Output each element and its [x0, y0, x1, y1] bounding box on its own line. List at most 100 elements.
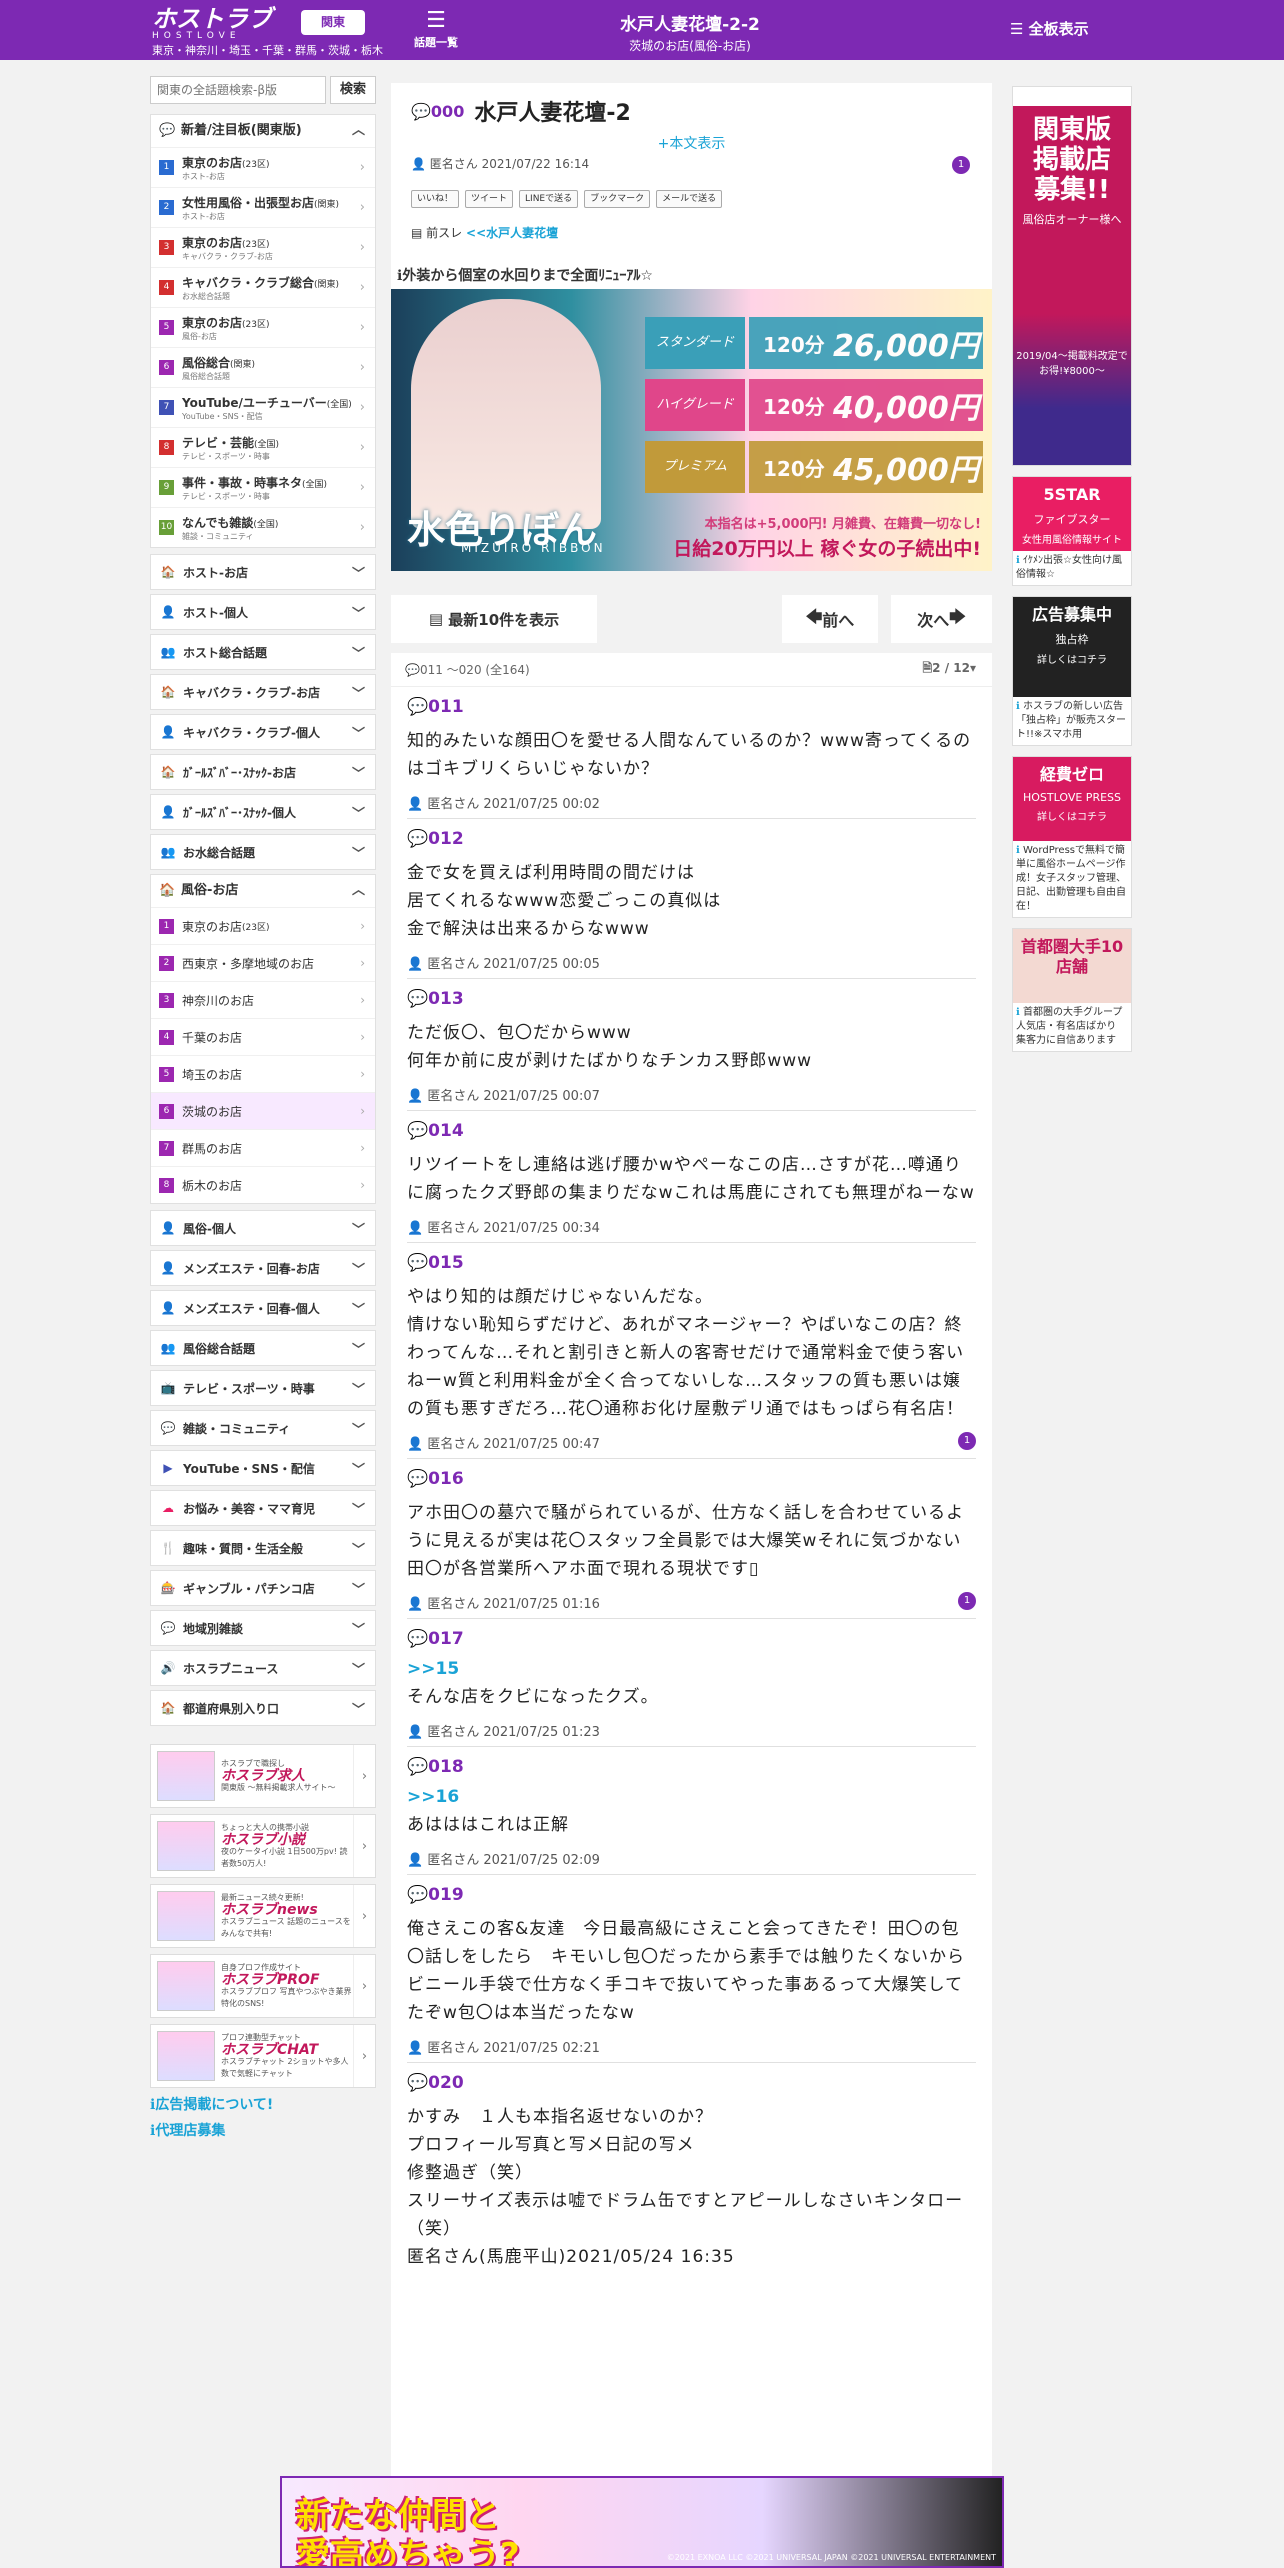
reply-anchor-link[interactable]: >>16 [407, 1787, 976, 1807]
post-number[interactable]: 💬019 [407, 1875, 976, 1905]
chevron-down-icon: ﹀ [351, 646, 365, 662]
reply-count-badge[interactable]: 1 [958, 1432, 976, 1450]
sidebar-category[interactable]: 💬 雑談・コミュニティ ﹀ [150, 1410, 376, 1446]
sidebar-new-item-label: 事件・事故・時事ネタ(全国) [182, 474, 327, 491]
sidebar-category[interactable]: 💬 地域別雑談 ﹀ [150, 1610, 376, 1646]
post-number[interactable]: 💬016 [407, 1459, 976, 1489]
right-ad[interactable]: 関東版掲載店募集!! 風俗店オーナー様へ 2019/04〜掲載料改定でお得!¥800… [1012, 86, 1132, 466]
thread-title: 水戸人妻花壇-2 [474, 101, 631, 126]
right-ad[interactable]: 経費ゼロ HOSTLOVE PRESS 詳しくはコチラ ℹ WordPressで無料で… [1012, 756, 1132, 918]
agency-link[interactable]: ℹ代理店募集 [150, 2120, 376, 2140]
sidebar-category[interactable]: 📺 テレビ・スポーツ・時事 ﹀ [150, 1370, 376, 1406]
reply-count-badge[interactable]: 1 [958, 1592, 976, 1610]
sidebar-category[interactable]: 👥 お水総合話題 ﹀ [150, 834, 376, 870]
ad-info-link[interactable]: ℹ広告掲載について! [150, 2094, 376, 2114]
right-ad[interactable]: 首都圏大手10店舗 ℹ 首都圏の大手グループ人気店・有名店ばかり 集客力に自信あり… [1012, 928, 1132, 1052]
sidebar-fuzoku-item[interactable]: 4 千葉のお店 › [151, 1018, 375, 1055]
sidebar-category[interactable]: 👤 ホスト-個人 ﹀ [150, 594, 376, 630]
sidebar-promo[interactable]: 最新ニュース続々更新! ホスラブnews ホスラブニュース 話題のニュースをみんなで… [150, 1884, 376, 1948]
sidebar-new-item[interactable]: 2 女性用風俗・出張型お店(関東) ホスト-お店 › [151, 187, 375, 227]
post-number[interactable]: 💬012 [407, 819, 976, 849]
prev-page-button[interactable]: 🡄 前へ [782, 595, 878, 643]
sidebar-category[interactable]: 👤 キャバクラ・クラブ-個人 ﹀ [150, 714, 376, 750]
sidebar-fuzoku-item[interactable]: 3 神奈川のお店 › [151, 981, 375, 1018]
sidebar-category[interactable]: 👤 メンズエステ・回春-お店 ﹀ [150, 1250, 376, 1286]
topics-list-button[interactable]: ☰ 話題一覧 [406, 8, 466, 50]
sidebar-new-item[interactable]: 6 風俗総合(関東) 風俗総合話題 › [151, 347, 375, 387]
thread-count-badge[interactable]: 1 [952, 156, 970, 174]
sidebar-new-item[interactable]: 1 東京のお店(23区) ホスト-お店 › [151, 147, 375, 187]
post-date: 2021/07/25 01:16 [483, 1597, 600, 1612]
mail-send-button[interactable]: メールで送る [656, 190, 723, 208]
sidebar-promo[interactable]: プロフ連動型チャット ホスラブCHAT ホスラブチャット 2ショットや多人数で気軽に… [150, 2024, 376, 2088]
post-number[interactable]: 💬013 [407, 979, 976, 1009]
sidebar-fuzoku-item[interactable]: 7 群馬のお店 › [151, 1129, 375, 1166]
sidebar-fuzoku-item[interactable]: 6 茨城のお店 › [151, 1092, 375, 1129]
fuzoku-header[interactable]: 🏠 風俗-お店 ︿ [151, 875, 375, 907]
board-list-label: 全板表示 [1028, 20, 1089, 38]
bottom-banner-ad[interactable]: 新たな仲間と 愛高めちゃう? ©2021 EXNOA LLC ©2021 UNI… [280, 2476, 1004, 2568]
sidebar-category[interactable]: 👥 風俗総合話題 ﹀ [150, 1330, 376, 1366]
post-body: 俺さえこの客&友達 今日最高級にさえこと会ってきたぞ！田〇の包〇話しをしたら キ… [407, 1919, 965, 2023]
post-number[interactable]: 💬011 [407, 687, 976, 717]
reply-anchor-link[interactable]: >>15 [407, 1659, 976, 1679]
sidebar-new-item-label: なんでも雑談(全国) [182, 514, 278, 531]
show-body-link[interactable]: +本文表示 [411, 133, 972, 153]
chat-bubble-icon: 💬 [407, 1757, 429, 1777]
latest-10-button[interactable]: ▤ 最新10件を表示 [391, 595, 597, 643]
chevron-down-icon: ﹀ [351, 1222, 365, 1238]
sidebar-new-item[interactable]: 9 事件・事故・時事ネタ(全国) テレビ・スポーツ・時事 › [151, 467, 375, 507]
search-input[interactable] [150, 76, 326, 104]
post-number-text: 016 [428, 1469, 464, 1489]
page-select[interactable]: 🗎2 / 12▾ [923, 659, 976, 680]
new-board-header[interactable]: 💬 新着/注目板(関東版) ︿ [151, 115, 375, 147]
shop-ad-banner[interactable]: 水色りぼん MIZUIRO RIBBON スタンダード 120分 26,000円 ハイ… [391, 289, 992, 571]
sidebar-category[interactable]: 👤 ｶﾞｰﾙｽﾞﾊﾞｰ･ｽﾅｯｸ-個人 ﹀ [150, 794, 376, 830]
post-number[interactable]: 💬018 [407, 1747, 976, 1777]
sidebar-category[interactable]: 👤 メンズエステ・回春-個人 ﹀ [150, 1290, 376, 1326]
sidebar-category-label: 都道府県別入り口 [183, 1701, 280, 1716]
shop-ad-title[interactable]: ℹ外装から個室の水回りまで全面ﾘﾆｭｰｱﾙ☆ [391, 265, 992, 289]
right-ad[interactable]: 広告募集中 独占枠 詳しくはコチラ ℹ ホスラブの新しい広告「独占枠」が販売スタート!… [1012, 596, 1132, 746]
sidebar-category[interactable]: 🍴 趣味・質問・生活全般 ﹀ [150, 1530, 376, 1566]
sidebar-category[interactable]: 👤 風俗-個人 ﹀ [150, 1210, 376, 1246]
post-number[interactable]: 💬015 [407, 1243, 976, 1273]
sidebar-category[interactable]: ☁ お悩み・美容・ママ育児 ﹀ [150, 1490, 376, 1526]
right-ad[interactable]: 5STAR ファイブスター 女性用風俗情報サイト ℹ ｲｹﾒﾝ出張☆女性向け風俗情報☆ [1012, 476, 1132, 586]
search-button[interactable]: 検索 [330, 76, 376, 104]
sidebar-category[interactable]: 🏠 キャバクラ・クラブ-お店 ﹀ [150, 674, 376, 710]
sidebar-category[interactable]: 🏠 ｶﾞｰﾙｽﾞﾊﾞｰ･ｽﾅｯｸ-お店 ﹀ [150, 754, 376, 790]
sidebar-promo[interactable]: 自身プロフ作成サイト ホスラブPROF ホスラブプロフ 写真やつぶやき業界特化のSN… [150, 1954, 376, 2018]
sidebar-fuzoku-item[interactable]: 5 埼玉のお店 › [151, 1055, 375, 1092]
sidebar-category[interactable]: 👥 ホスト総合話題 ﹀ [150, 634, 376, 670]
sidebar-category[interactable]: 🎰 ギャンブル・パチンコ店 ﹀ [150, 1570, 376, 1606]
sidebar-new-item[interactable]: 3 東京のお店(23区) キャバクラ・クラブ-お店 › [151, 227, 375, 267]
hatena-bookmark-button[interactable]: ブックマーク [584, 190, 651, 208]
sidebar-promo[interactable]: ホスラブで職探し ホスラブ求人 関東版 〜無料掲載求人サイト〜 › [150, 1744, 376, 1808]
board-list-button[interactable]: ☰ 全板表示 [1010, 18, 1089, 39]
post-number[interactable]: 💬014 [407, 1111, 976, 1141]
sidebar-category[interactable]: 🔊 ホスラブニュース ﹀ [150, 1650, 376, 1686]
sidebar-promo[interactable]: ちょっと大人の携帯小説 ホスラブ小説 夜のケータイ小説 1日500万pv! 読者数5… [150, 1814, 376, 1878]
sidebar-new-item[interactable]: 5 東京のお店(23区) 風俗-お店 › [151, 307, 375, 347]
sidebar-fuzoku-item[interactable]: 8 栃木のお店 › [151, 1166, 375, 1203]
sidebar-fuzoku-item[interactable]: 2 西東京・多摩地域のお店 › [151, 944, 375, 981]
post-number[interactable]: 💬020 [407, 2063, 976, 2093]
chevron-down-icon: ﹀ [351, 1382, 365, 1398]
sidebar-fuzoku-item[interactable]: 1 東京のお店 (23区) › [151, 907, 375, 944]
post-number[interactable]: 💬017 [407, 1619, 976, 1649]
sidebar-new-item[interactable]: 7 YouTube/ユーチューバー(全国) YouTube・SNS・配信 › [151, 387, 375, 427]
twitter-tweet-button[interactable]: ツイート [465, 190, 514, 208]
line-send-button[interactable]: LINEで送る [519, 190, 579, 208]
sidebar-new-item[interactable]: 10 なんでも雑談(全国) 雑談・コミュニティ › [151, 507, 375, 547]
site-logo[interactable]: ホストラブ HOSTLOVE [152, 7, 272, 41]
next-page-button[interactable]: 次へ 🡆 [891, 595, 992, 643]
sidebar-new-item[interactable]: 4 キャバクラ・クラブ総合(関東) お水総合話題 › [151, 267, 375, 307]
sidebar-new-item[interactable]: 8 テレビ・芸能(全国) テレビ・スポーツ・時事 › [151, 427, 375, 467]
sidebar-category[interactable]: ▶ YouTube・SNS・配信 ﹀ [150, 1450, 376, 1486]
facebook-like-button[interactable]: いいね！ [411, 190, 460, 208]
prev-thread-link[interactable]: <<水戸人妻花壇 [466, 226, 558, 240]
sidebar-category[interactable]: 🏠 ホスト-お店 ﹀ [150, 554, 376, 590]
region-button[interactable]: 関東 [301, 10, 365, 35]
sidebar-category[interactable]: 🏠 都道府県別入り口 ﹀ [150, 1690, 376, 1726]
